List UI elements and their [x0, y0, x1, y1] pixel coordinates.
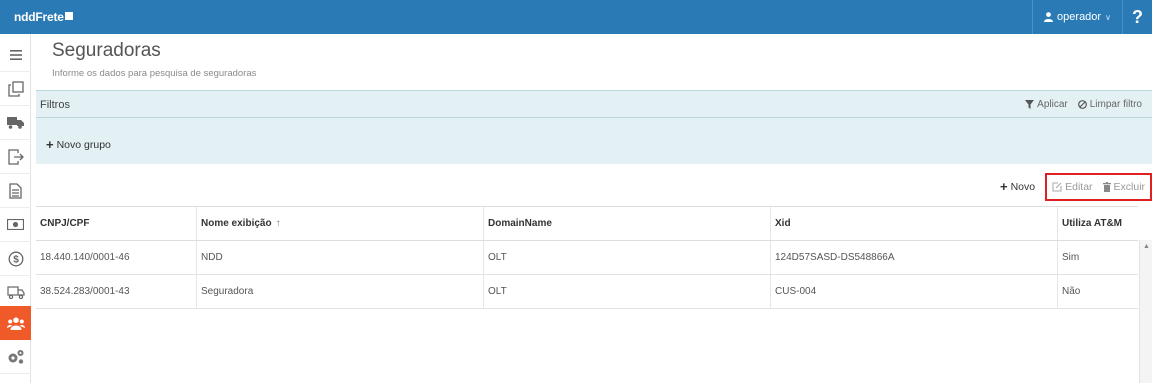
chevron-down-icon: ∨	[1105, 12, 1111, 22]
sidebar: $	[0, 34, 31, 383]
column-header-display-name[interactable]: Nome exibição ↑	[197, 207, 484, 240]
new-group-button[interactable]: + Novo grupo	[46, 137, 111, 152]
column-header-cnpj[interactable]: CNPJ/CPF	[36, 207, 197, 240]
page-title: Seguradoras	[52, 40, 161, 61]
file-icon[interactable]	[0, 174, 31, 208]
apply-filter-button[interactable]: Aplicar	[1025, 99, 1068, 110]
insurers-grid: CNPJ/CPF Nome exibição ↑ DomainName Xid U…	[36, 206, 1138, 309]
dollar-circle-icon[interactable]: $	[0, 242, 31, 276]
settings-icon[interactable]	[0, 340, 31, 374]
sort-ascending-icon: ↑	[275, 218, 281, 229]
truck-icon[interactable]	[0, 106, 31, 140]
edit-button[interactable]: Editar	[1052, 181, 1093, 193]
svg-text:$: $	[13, 254, 19, 265]
new-button[interactable]: + Novo	[1000, 179, 1035, 194]
table-row[interactable]: 18.440.140/0001-46 NDD OLT 124D57SASD-DS…	[36, 241, 1138, 275]
filter-panel-header: Filtros Aplicar Limpar filtro	[36, 90, 1152, 118]
app-logo[interactable]: nddFrete	[14, 10, 73, 24]
money-icon[interactable]	[0, 208, 31, 242]
user-name: operador	[1057, 11, 1102, 23]
column-header-domain-name[interactable]: DomainName	[484, 207, 771, 240]
grid-header: CNPJ/CPF Nome exibição ↑ DomainName Xid U…	[36, 207, 1138, 241]
cell-utiliza-atm: Sim	[1062, 252, 1080, 263]
cell-cnpj: 38.524.283/0001-43	[36, 275, 197, 308]
cell-xid: 124D57SASD-DS548866A	[771, 241, 1058, 274]
cell-display-name: Seguradora	[197, 275, 484, 308]
edit-icon	[1052, 182, 1062, 192]
filter-actions: Aplicar Limpar filtro	[1025, 99, 1142, 110]
column-header-utiliza-atm[interactable]: Utiliza AT&M	[1058, 207, 1138, 240]
export-icon[interactable]	[0, 140, 31, 174]
documents-icon[interactable]	[0, 72, 31, 106]
filter-panel-body: + Novo grupo	[36, 118, 1152, 164]
menu-icon[interactable]	[0, 38, 31, 72]
filter-title: Filtros	[40, 99, 70, 111]
user-menu[interactable]: operador ∨	[1032, 0, 1122, 34]
plus-icon: +	[1000, 179, 1008, 194]
cell-domain-name: OLT	[484, 275, 771, 308]
cell-domain-name: OLT	[484, 241, 771, 274]
column-header-xid[interactable]: Xid	[771, 207, 1058, 240]
ban-icon	[1077, 100, 1087, 109]
trash-icon	[1102, 182, 1111, 192]
vertical-scrollbar[interactable]: ▲	[1139, 240, 1152, 383]
scroll-up-icon[interactable]: ▲	[1143, 243, 1150, 250]
users-icon[interactable]	[0, 306, 31, 340]
cell-cnpj: 18.440.140/0001-46	[36, 241, 197, 274]
cell-xid: CUS-004	[771, 275, 1058, 308]
delivery-icon[interactable]	[0, 276, 31, 310]
cell-utiliza-atm: Não	[1062, 286, 1081, 297]
table-row[interactable]: 38.524.283/0001-43 Seguradora OLT CUS-00…	[36, 275, 1138, 309]
help-button[interactable]: ?	[1122, 0, 1152, 34]
clear-filter-button[interactable]: Limpar filtro	[1077, 99, 1142, 110]
grid-toolbar: + Novo Editar Excluir	[1000, 173, 1152, 201]
plus-icon: +	[46, 137, 54, 152]
cell-display-name: NDD	[197, 241, 484, 274]
funnel-icon	[1025, 100, 1035, 109]
highlighted-actions: Editar Excluir	[1045, 173, 1152, 201]
top-bar: nddFrete operador ∨ ?	[0, 0, 1152, 34]
delete-button[interactable]: Excluir	[1102, 181, 1145, 193]
user-icon	[1044, 12, 1054, 22]
page-subtitle: Informe os dados para pesquisa de segura…	[52, 68, 257, 79]
